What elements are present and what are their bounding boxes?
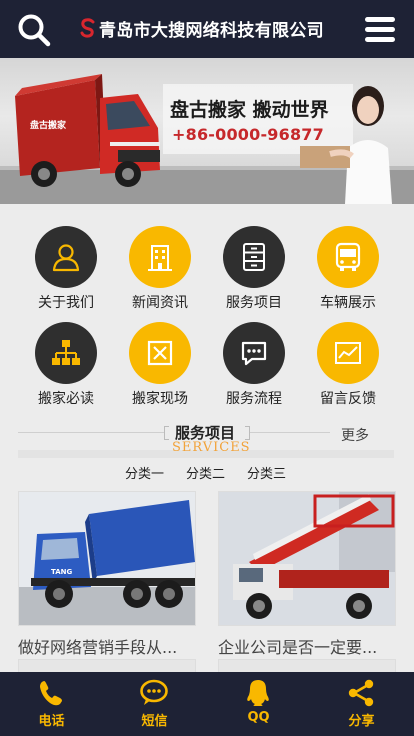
- nav-label: 服务流程: [226, 391, 282, 407]
- nav-process[interactable]: 服务流程: [207, 322, 301, 408]
- footer-bar: 电话 短信 QQ 分享: [0, 672, 414, 736]
- section-subtitle: SERVICES: [172, 440, 251, 455]
- nav-label: 留言反馈: [320, 391, 376, 407]
- brand[interactable]: 青岛市大搜网络科技有限公司: [80, 14, 324, 42]
- frame-icon: [147, 340, 173, 366]
- card-caption[interactable]: 企业公司是否一定要...: [218, 634, 398, 658]
- footer-phone[interactable]: 电话: [0, 672, 103, 736]
- org-chart-icon: [52, 340, 80, 365]
- blue-dump-truck-image: TANG: [19, 492, 195, 625]
- chat-icon: [241, 341, 267, 366]
- service-card-image[interactable]: [218, 491, 396, 626]
- footer-share[interactable]: 分享: [310, 672, 413, 736]
- nav-label: 新闻资讯: [132, 295, 188, 311]
- nav-vehicles[interactable]: 车辆展示: [301, 226, 395, 312]
- footer-label: QQ: [247, 710, 270, 725]
- more-link[interactable]: 更多: [341, 425, 369, 445]
- footer-qq[interactable]: QQ: [207, 672, 310, 736]
- nav-feedback[interactable]: 留言反馈: [301, 322, 395, 408]
- cabinet-icon: [243, 243, 265, 271]
- footer-sms[interactable]: 短信: [103, 672, 206, 736]
- brand-logo-icon: [80, 18, 95, 38]
- chart-icon: [335, 342, 361, 364]
- card-caption[interactable]: 做好网络营销手段从...: [18, 634, 198, 658]
- bracket-right: [245, 426, 250, 440]
- qq-icon: [247, 680, 269, 706]
- user-icon: [52, 244, 80, 272]
- nav-must-read[interactable]: 搬家必读: [19, 322, 113, 408]
- service-card-image[interactable]: TANG: [18, 491, 196, 626]
- banner[interactable]: 盘古搬家 盘古搬家 搬动世界 +86-0000-96877: [0, 58, 414, 204]
- banner-slogan: 盘古搬家 搬动世界: [170, 99, 329, 121]
- nav-circle: [223, 226, 285, 288]
- share-icon: [348, 679, 374, 707]
- nav-news[interactable]: 新闻资讯: [113, 226, 207, 312]
- sms-icon: [140, 679, 168, 705]
- phone-icon: [40, 681, 62, 706]
- header: 青岛市大搜网络科技有限公司: [0, 0, 414, 58]
- nav-label: 车辆展示: [320, 295, 376, 311]
- hamburger-menu-icon[interactable]: [365, 17, 395, 43]
- footer-label: 电话: [38, 714, 65, 729]
- nav-circle: [129, 322, 191, 384]
- footer-label: 短信: [141, 714, 168, 729]
- search-icon[interactable]: [17, 13, 51, 47]
- divider-left: [18, 432, 165, 433]
- footer-label: 分享: [348, 714, 375, 729]
- truck-text: 盘古搬家: [30, 119, 67, 131]
- nav-circle: [317, 226, 379, 288]
- nav-label: 服务项目: [226, 295, 282, 311]
- nav-scene[interactable]: 搬家现场: [113, 322, 207, 408]
- nav-circle: [223, 322, 285, 384]
- nav-about[interactable]: 关于我们: [19, 226, 113, 312]
- page: 青岛市大搜网络科技有限公司 盘古搬家 盘古搬家 搬动世界 +86-0000-96…: [0, 0, 414, 736]
- nav-label: 关于我们: [38, 295, 94, 311]
- divider-right: [250, 432, 330, 433]
- svg-text:TANG: TANG: [51, 568, 73, 576]
- nav-services[interactable]: 服务项目: [207, 226, 301, 312]
- category-tab[interactable]: 分类一: [125, 463, 164, 482]
- nav-label: 搬家现场: [132, 391, 188, 407]
- bracket-left: [164, 426, 169, 440]
- bus-icon: [335, 242, 361, 271]
- nav-circle: [35, 322, 97, 384]
- nav-circle: [129, 226, 191, 288]
- nav-circle: [317, 322, 379, 384]
- nav-circle: [35, 226, 97, 288]
- category-tab[interactable]: 分类三: [247, 463, 286, 482]
- nav-label: 搬家必读: [38, 391, 94, 407]
- company-name: 青岛市大搜网络科技有限公司: [99, 20, 324, 41]
- category-tab[interactable]: 分类二: [186, 463, 225, 482]
- building-icon: [148, 245, 172, 271]
- ladder-truck-image: [219, 492, 395, 625]
- banner-phone: +86-0000-96877: [172, 125, 324, 144]
